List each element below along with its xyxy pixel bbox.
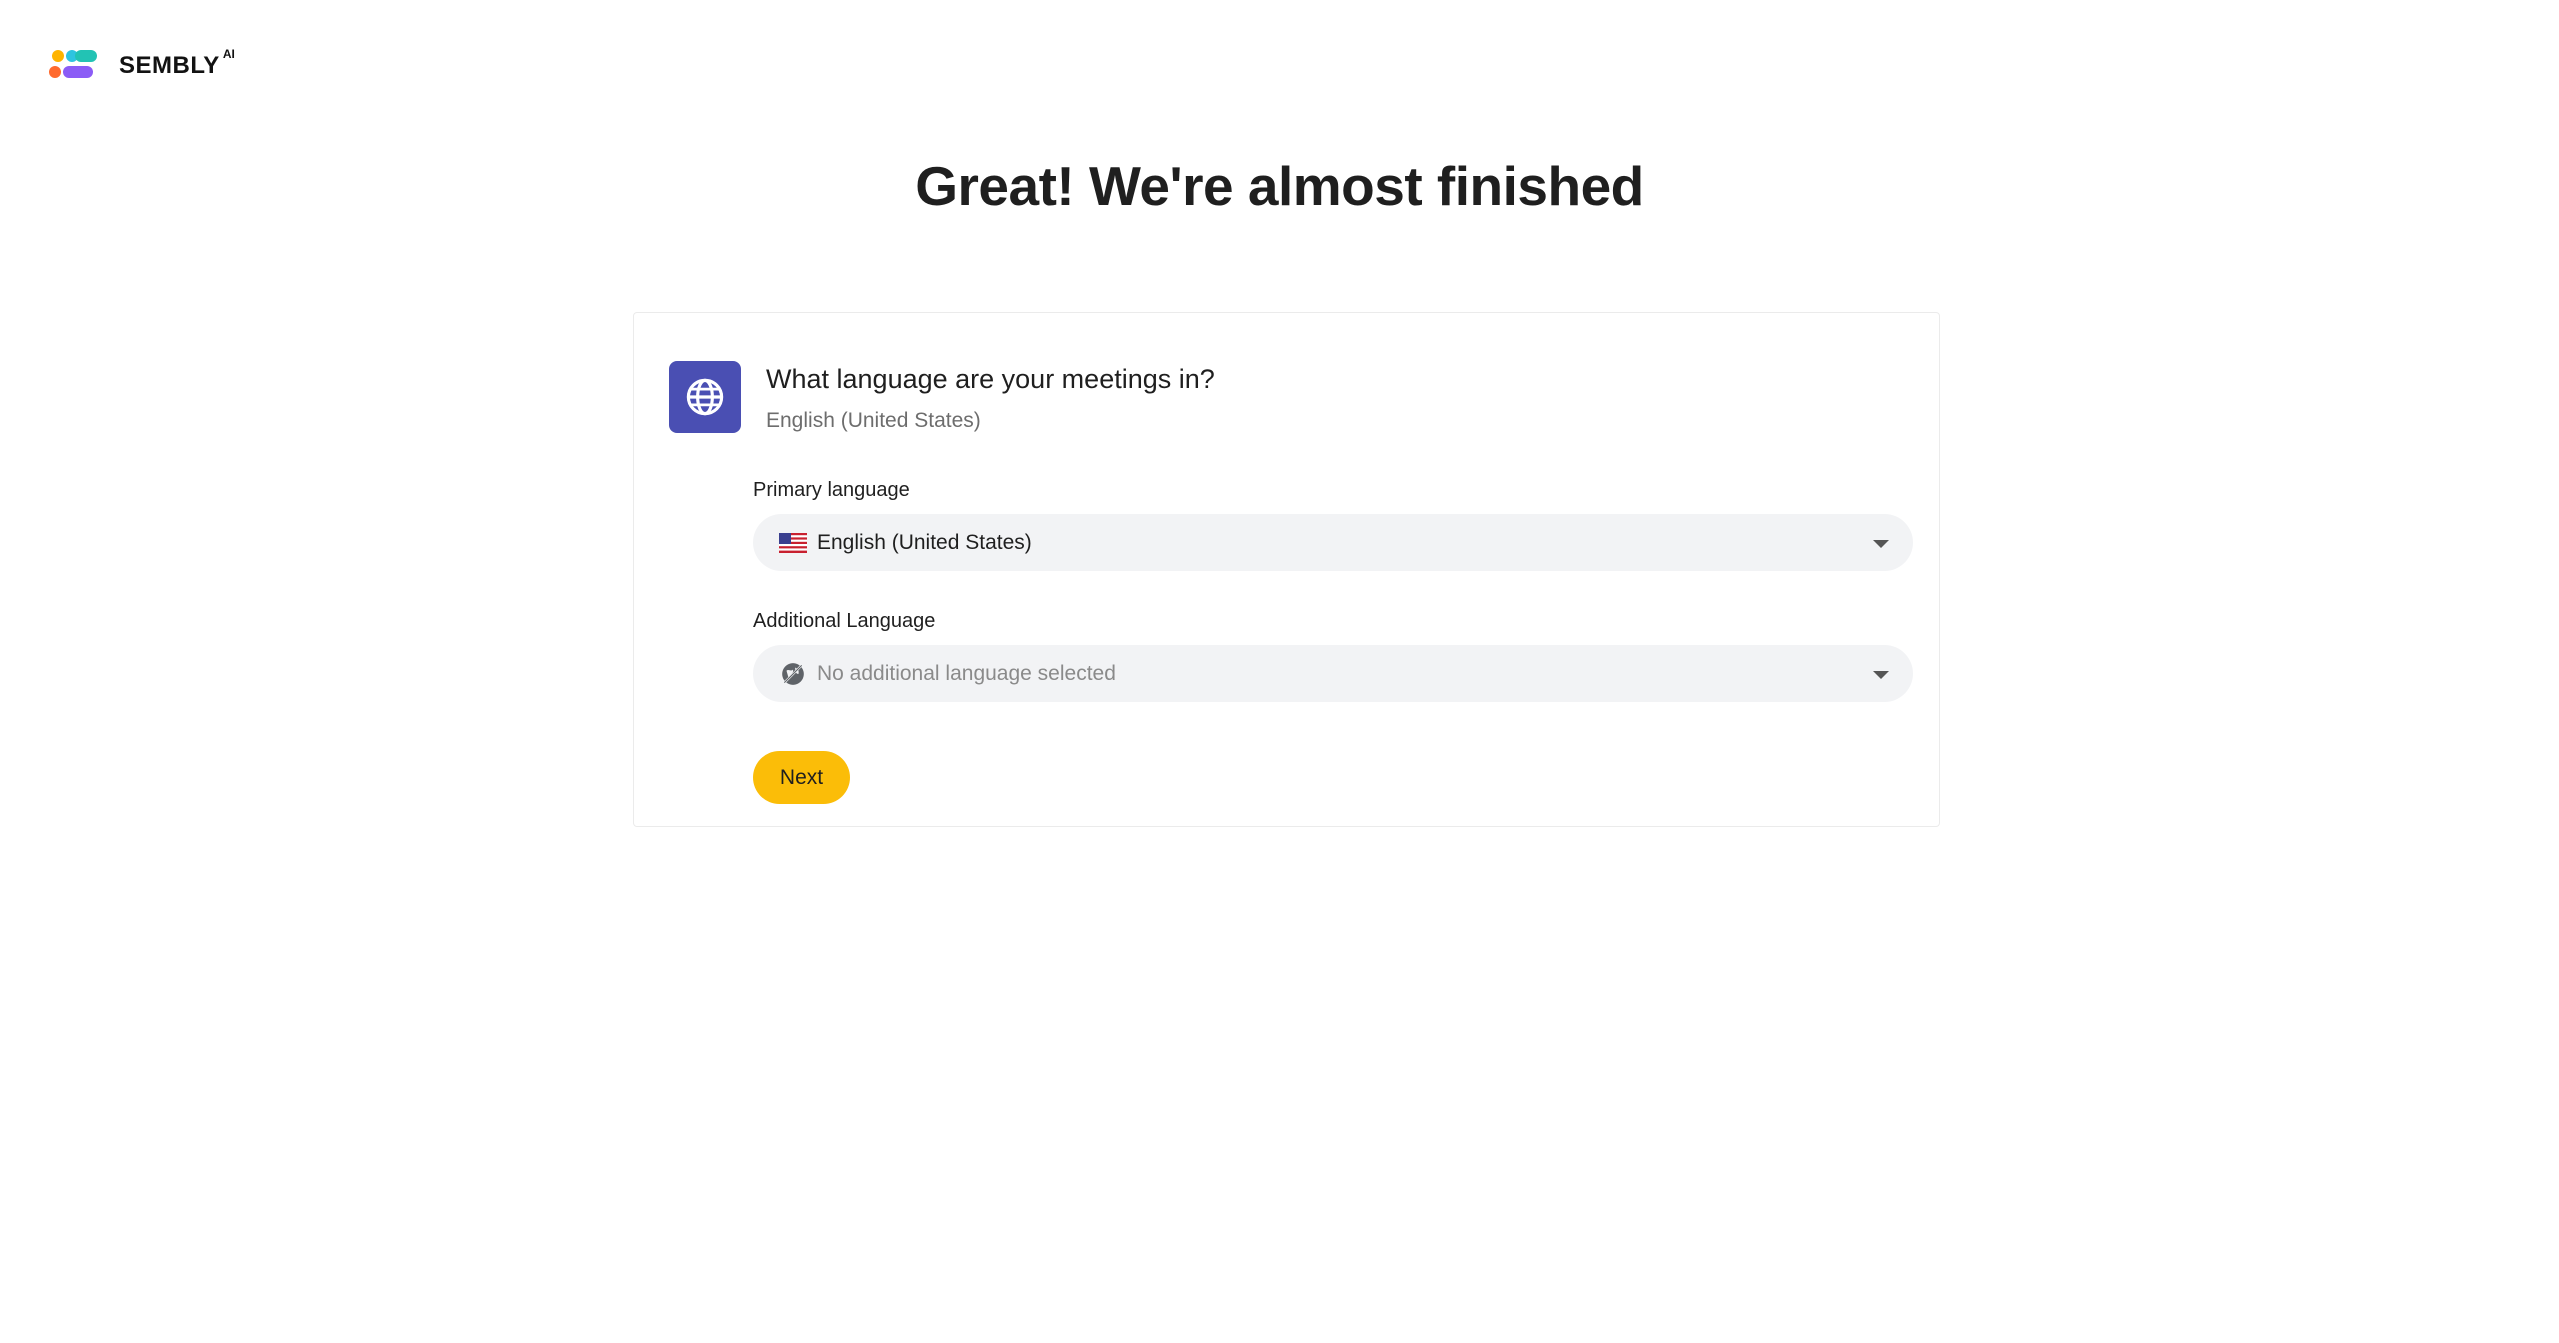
us-flag-icon xyxy=(779,529,807,557)
onboarding-page: SEMBLY AI Great! We're almost finished W… xyxy=(0,0,2559,1343)
primary-language-value: English (United States) xyxy=(817,530,1032,554)
additional-language-label: Additional Language xyxy=(753,610,936,632)
sembly-logo-icon xyxy=(49,50,97,78)
additional-language-placeholder: No additional language selected xyxy=(817,661,1116,685)
primary-language-select[interactable]: English (United States) xyxy=(753,514,1913,571)
brand-name: SEMBLY xyxy=(119,52,220,79)
language-card: What language are your meetings in? Engl… xyxy=(633,312,1940,827)
brand-superscript: AI xyxy=(222,47,235,61)
next-button[interactable]: Next xyxy=(753,751,850,804)
chevron-down-icon xyxy=(1873,539,1889,548)
card-title: What language are your meetings in? xyxy=(766,364,1215,394)
card-subtitle: English (United States) xyxy=(766,409,981,432)
primary-language-label: Primary language xyxy=(753,479,910,501)
globe-icon xyxy=(669,361,741,433)
sembly-logo[interactable]: SEMBLY AI xyxy=(47,44,235,84)
page-title: Great! We're almost finished xyxy=(915,155,1644,217)
no-language-icon xyxy=(779,660,807,688)
chevron-down-icon xyxy=(1873,670,1889,679)
additional-language-select[interactable]: No additional language selected xyxy=(753,645,1913,702)
